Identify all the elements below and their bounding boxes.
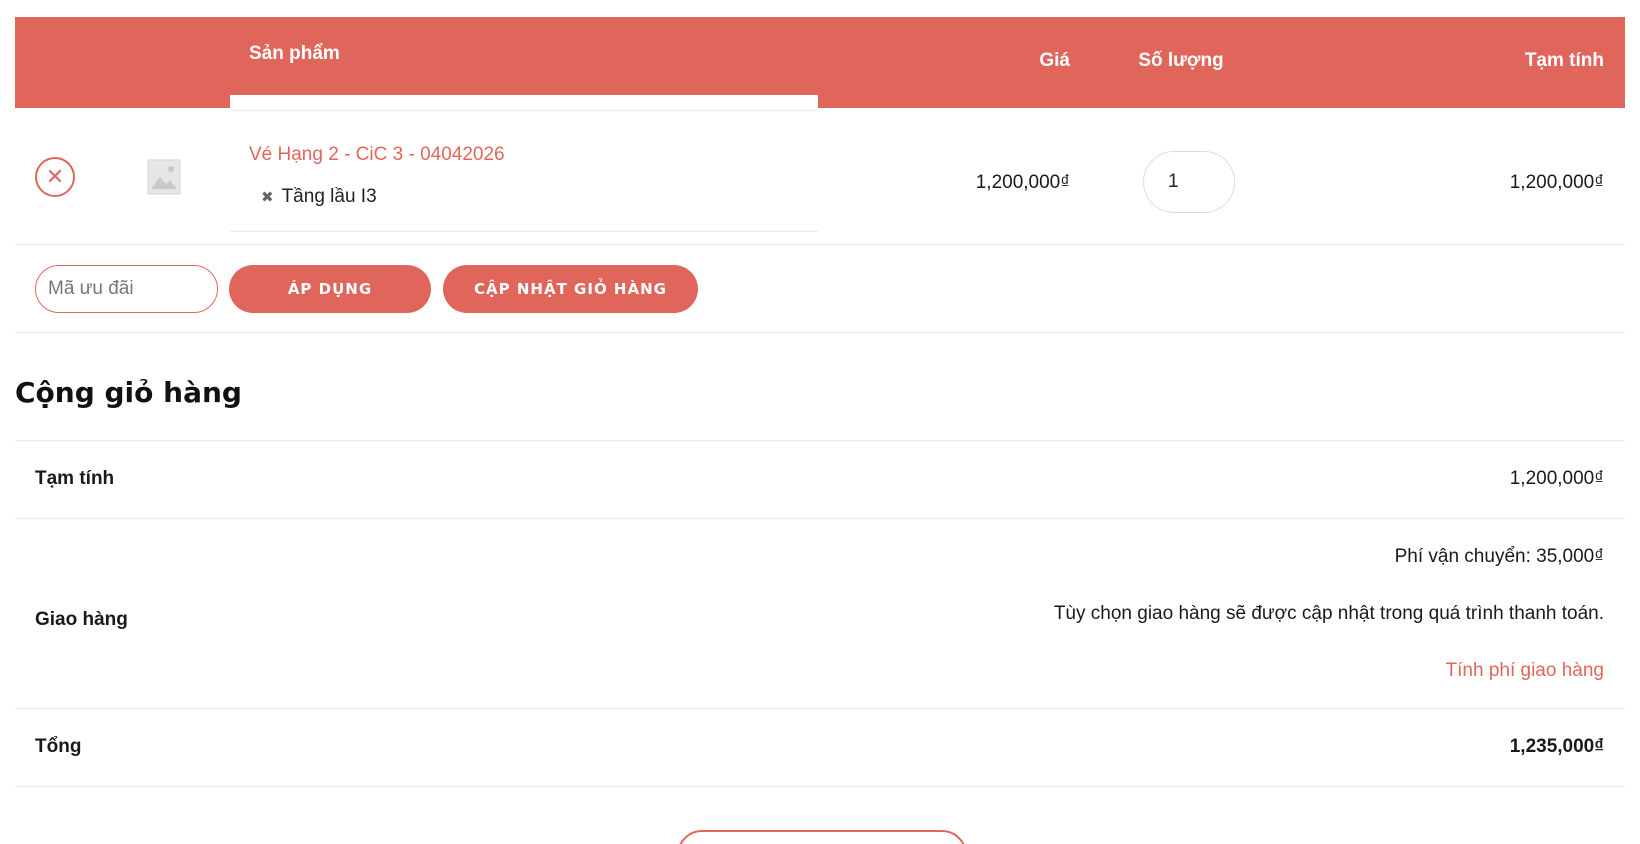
subtotal-label: Tạm tính <box>35 468 115 489</box>
coupon-input[interactable] <box>35 265 218 313</box>
image-placeholder-icon[interactable] <box>147 159 181 195</box>
close-icon: ✕ <box>45 164 65 189</box>
variant-label: Tầng lầu I3 <box>281 186 377 207</box>
cart-item-row: ✕ Vé Hạng 2 - CiC 3 - 04042026 ✖ Tầng lầ… <box>15 108 1625 245</box>
quantity-input[interactable] <box>1143 151 1235 213</box>
totals-total-row: Tổng 1,235,000₫ <box>15 709 1625 787</box>
header-product: Sản phẩm <box>249 43 340 64</box>
item-price: 1,200,000₫ <box>975 172 1070 193</box>
header-quantity: Số lượng <box>1138 50 1224 71</box>
subtotal-value: 1,200,000₫ <box>1509 468 1604 489</box>
header-subtotal: Tạm tính <box>1524 50 1604 71</box>
variant-close-icon: ✖ <box>261 189 274 206</box>
cart-actions: ÁP DỤNG CẬP NHẬT GIỎ HÀNG <box>15 245 1625 333</box>
product-variant: ✖ Tầng lầu I3 <box>261 186 377 208</box>
remove-item-button[interactable]: ✕ <box>35 157 75 197</box>
header-product-tab <box>230 95 818 108</box>
header-price: Giá <box>1039 50 1070 71</box>
product-name-link[interactable]: Vé Hạng 2 - CiC 3 - 04042026 <box>249 144 505 166</box>
item-subtotal: 1,200,000₫ <box>1509 172 1604 193</box>
cart-totals: Tạm tính 1,200,000₫ Giao hàng Phí vận ch… <box>15 440 1625 787</box>
cart-totals-title: Cộng giỏ hàng <box>15 376 242 409</box>
shipping-note: Tùy chọn giao hàng sẽ được cập nhật tron… <box>1053 603 1604 624</box>
cart-table-header: Sản phẩm Giá Số lượng Tạm tính <box>15 17 1625 108</box>
shipping-label: Giao hàng <box>35 609 128 630</box>
cart-table: Sản phẩm Giá Số lượng Tạm tính ✕ Vé Hạng… <box>15 17 1625 333</box>
product-cell-border <box>230 231 818 232</box>
apply-coupon-button[interactable]: ÁP DỤNG <box>229 265 431 313</box>
update-cart-button[interactable]: CẬP NHẬT GIỎ HÀNG <box>443 265 698 313</box>
totals-shipping-row: Giao hàng Phí vận chuyển: 35,000₫ Tùy ch… <box>15 519 1625 709</box>
checkout-button[interactable] <box>677 830 967 844</box>
total-value: 1,235,000₫ <box>1509 736 1604 757</box>
calculate-shipping-link[interactable]: Tính phí giao hàng <box>1446 660 1604 682</box>
shipping-fee: Phí vận chuyển: 35,000₫ <box>1394 546 1604 567</box>
total-label: Tổng <box>35 736 82 757</box>
totals-subtotal-row: Tạm tính 1,200,000₫ <box>15 441 1625 519</box>
product-cell-border <box>230 110 818 111</box>
